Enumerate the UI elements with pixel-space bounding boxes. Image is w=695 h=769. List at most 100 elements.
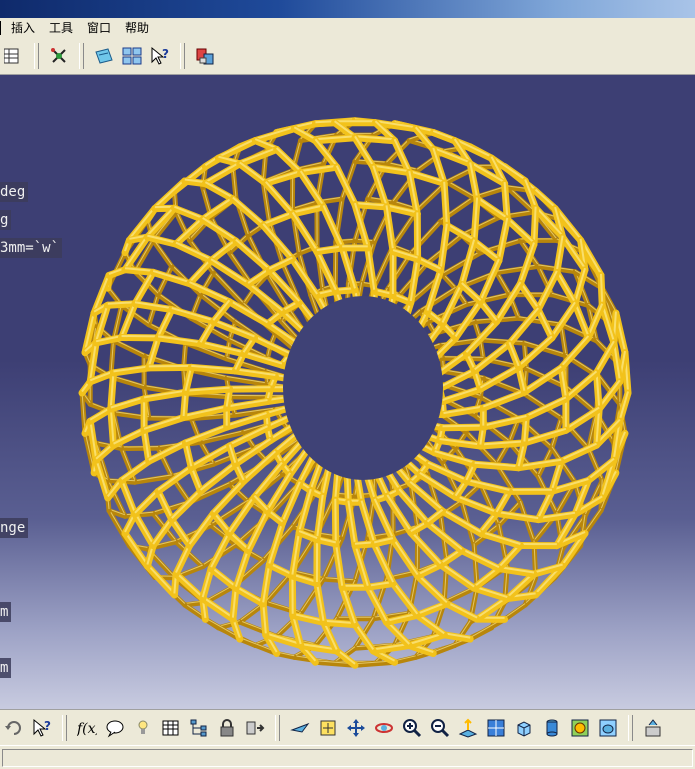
lattice-strut [111, 399, 144, 409]
bottom-toolbar: ? f(x) [0, 709, 695, 746]
rotate-icon[interactable] [373, 717, 395, 739]
lattice-strut [505, 605, 526, 619]
comment-icon[interactable] [104, 717, 126, 739]
lattice-highlight [205, 586, 233, 601]
lattice-strut [155, 181, 185, 209]
svg-text:?: ? [44, 719, 51, 733]
lattice-strut [483, 418, 526, 428]
zoom-out-icon[interactable] [429, 717, 451, 739]
lattice-strut [233, 199, 263, 225]
lattice-highlight [233, 198, 263, 224]
pan-icon[interactable] [345, 717, 367, 739]
lattice-highlight [418, 575, 447, 603]
toolbar-grip[interactable] [275, 715, 280, 741]
multi-window-icon[interactable] [121, 45, 143, 67]
normal-view-icon[interactable] [457, 717, 479, 739]
lattice-strut [443, 275, 456, 289]
whats-this-icon[interactable]: ? [149, 45, 171, 67]
lattice-highlight [443, 510, 481, 532]
3d-viewport[interactable]: deg g 3mm=`w` nge m m [0, 75, 695, 709]
torus-hole [283, 296, 443, 480]
undo-icon[interactable] [3, 717, 25, 739]
lattice-highlight [462, 549, 499, 567]
lattice-highlight [108, 302, 135, 303]
toolbar-grip[interactable] [62, 715, 67, 741]
iso-view-icon[interactable] [513, 717, 535, 739]
lock-icon[interactable] [216, 717, 238, 739]
top-toolbar: ? [0, 38, 695, 75]
lattice-strut [497, 266, 539, 272]
lattice-highlight [443, 251, 481, 273]
zoom-in-icon[interactable] [401, 717, 423, 739]
parameter-label[interactable]: 3mm=`w` [0, 238, 62, 258]
lattice-highlight [509, 308, 538, 342]
open-file-icon[interactable] [93, 45, 115, 67]
lattice-highlight [335, 499, 336, 543]
lattice-highlight [135, 490, 158, 513]
snap-tool-icon[interactable] [48, 45, 70, 67]
render-style-icon[interactable] [569, 717, 591, 739]
lattice-highlight [393, 538, 418, 574]
lattice-strut [566, 373, 597, 399]
lattice-strut [236, 588, 263, 604]
multi-view-icon[interactable] [485, 717, 507, 739]
fly-mode-icon[interactable] [289, 717, 311, 739]
lattice-strut [227, 378, 268, 385]
parameter-label[interactable]: m [0, 658, 11, 678]
shading-icon[interactable] [541, 717, 563, 739]
lattice-strut [149, 367, 192, 368]
lattice-highlight [155, 180, 185, 208]
lattice-highlight [462, 216, 499, 234]
menu-items: 插入 工具 窗口 帮助 [0, 18, 695, 38]
parameter-label[interactable]: g [0, 210, 11, 230]
lattice-highlight [443, 426, 484, 427]
menu-tools[interactable]: 工具 [42, 18, 80, 38]
formula-icon[interactable]: f(x) [76, 717, 98, 739]
catalog-icon[interactable] [194, 45, 216, 67]
tree-icon[interactable] [188, 717, 210, 739]
menu-help[interactable]: 帮助 [118, 18, 156, 38]
toolbar-grip[interactable] [79, 43, 84, 69]
lattice-highlight [483, 391, 524, 407]
lattice-strut [240, 150, 277, 164]
lattice-strut [474, 588, 507, 599]
swap-visible-icon[interactable] [642, 717, 664, 739]
lattice-strut [447, 182, 474, 198]
title-bar [0, 0, 695, 18]
lattice-strut [443, 511, 481, 533]
svg-text:?: ? [162, 47, 169, 61]
lattice-strut [462, 217, 499, 235]
lattice-strut [269, 565, 292, 576]
lattice-strut [443, 427, 484, 428]
lattice-highlight [601, 274, 602, 304]
lattice-highlight [211, 567, 236, 587]
menu-insert[interactable]: 插入 [4, 18, 42, 38]
lattice-strut [462, 551, 499, 569]
parameter-label[interactable]: m [0, 602, 11, 622]
svg-text:f(x): f(x) [77, 721, 97, 737]
toolbar-grip[interactable] [34, 43, 39, 69]
constraint-table-icon[interactable] [3, 45, 25, 67]
hide-show-icon[interactable] [244, 717, 266, 739]
lattice-highlight [266, 182, 293, 213]
menu-bar: 插入 工具 窗口 帮助 [0, 0, 695, 38]
whats-this-icon[interactable]: ? [31, 717, 53, 739]
toolbar-grip[interactable] [180, 43, 185, 69]
lattice-strut [443, 253, 481, 275]
fit-all-icon[interactable] [317, 717, 339, 739]
table-icon[interactable] [160, 717, 182, 739]
hide-icon[interactable] [597, 717, 619, 739]
lattice-strut [176, 574, 203, 599]
lattice-strut [211, 569, 236, 589]
status-bar [0, 745, 695, 769]
parameter-label[interactable]: deg [0, 182, 28, 202]
toolbar-grip[interactable] [628, 715, 633, 741]
lattice-highlight [447, 181, 474, 197]
light-icon[interactable] [132, 717, 154, 739]
lattice-highlight [149, 366, 192, 367]
lattice-strut [497, 273, 510, 295]
hexagonal-lattice-torus[interactable] [0, 75, 695, 709]
parameter-label[interactable]: nge [0, 518, 28, 538]
status-message-field [2, 749, 693, 767]
menu-window[interactable]: 窗口 [80, 18, 118, 38]
